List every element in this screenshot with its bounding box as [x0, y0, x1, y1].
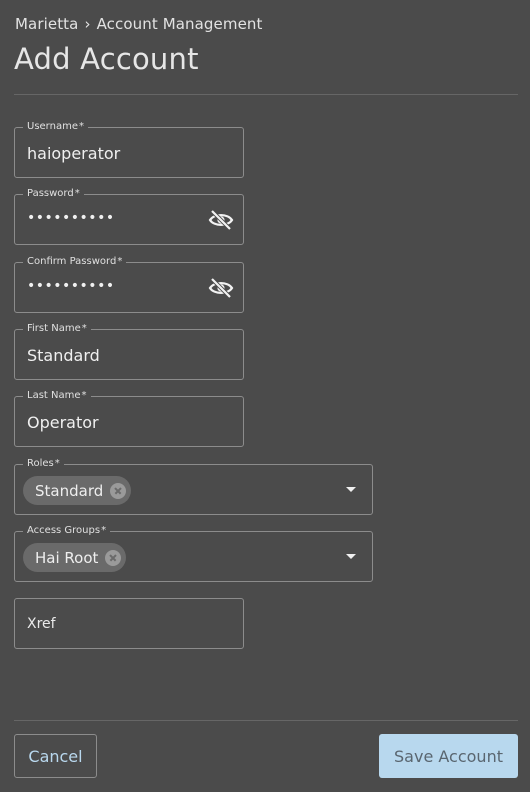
access-group-chip: Hai Root [23, 543, 127, 572]
dropdown-arrow-icon[interactable] [346, 487, 356, 492]
confirm-password-field[interactable]: Confirm Password* •••••••••• [14, 255, 244, 313]
add-account-page: Marietta › Account Management Add Account … [0, 0, 530, 792]
eye-off-icon[interactable] [208, 277, 234, 299]
last-name-label: Last Name* [23, 389, 91, 403]
first-name-label: First Name* [23, 322, 91, 336]
role-chip: Standard [23, 476, 132, 505]
eye-off-icon[interactable] [208, 209, 234, 231]
breadcrumb: Marietta › Account Management [15, 15, 263, 33]
access-groups-select[interactable]: Access Groups* Hai Root [14, 524, 373, 582]
username-value: haioperator [27, 144, 121, 163]
password-field[interactable]: Password* •••••••••• [14, 187, 244, 245]
footer-divider [14, 720, 518, 721]
page-title: Add Account [14, 42, 199, 76]
confirm-password-value: •••••••••• [27, 278, 115, 294]
save-account-button[interactable]: Save Account [379, 734, 518, 778]
xref-field[interactable]: Xref [14, 598, 244, 649]
breadcrumb-separator: › [84, 15, 91, 33]
first-name-field[interactable]: First Name* Standard [14, 322, 244, 380]
remove-chip-icon[interactable] [105, 549, 122, 566]
roles-label: Roles* [23, 457, 64, 471]
username-label: Username* [23, 120, 88, 134]
cancel-button[interactable]: Cancel [14, 734, 97, 778]
xref-placeholder: Xref [27, 616, 56, 632]
breadcrumb-current[interactable]: Account Management [97, 15, 263, 33]
confirm-password-label: Confirm Password* [23, 255, 127, 269]
dropdown-arrow-icon[interactable] [346, 554, 356, 559]
access-groups-label: Access Groups* [23, 524, 111, 538]
breadcrumb-parent-link[interactable]: Marietta [15, 15, 78, 33]
last-name-value: Operator [27, 413, 99, 432]
access-group-chip-label: Hai Root [35, 548, 99, 567]
password-value: •••••••••• [27, 210, 115, 226]
roles-select[interactable]: Roles* Standard [14, 457, 373, 515]
remove-chip-icon[interactable] [110, 482, 127, 499]
first-name-value: Standard [27, 346, 100, 365]
header-divider [14, 94, 518, 95]
password-label: Password* [23, 187, 84, 201]
last-name-field[interactable]: Last Name* Operator [14, 389, 244, 447]
username-field[interactable]: Username* haioperator [14, 120, 244, 178]
role-chip-label: Standard [35, 481, 104, 500]
